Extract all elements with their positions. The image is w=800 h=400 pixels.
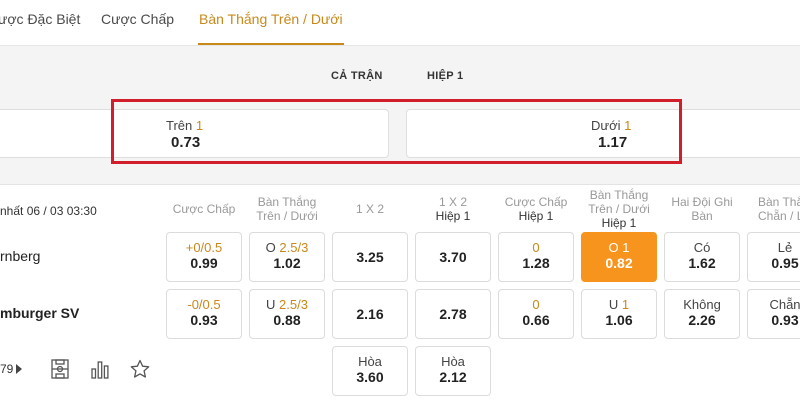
home-team[interactable]: rnberg	[0, 248, 40, 264]
odd-cell-over-half-selected[interactable]: O 1 0.82	[581, 232, 657, 282]
odd-cell-under-half[interactable]: U 1 1.06	[581, 289, 657, 339]
col-header-handicap: Cược Chấp	[172, 202, 236, 216]
tab-over-under[interactable]: Bàn Thắng Trên / Dưới	[199, 11, 343, 27]
star-icon[interactable]	[129, 358, 151, 380]
tab-handicap[interactable]: Cược Chấp	[101, 11, 174, 27]
col-header-1x2-half: 1 X 2 Hiệp 1	[435, 195, 471, 223]
odd-cell-1x2-away[interactable]: 2.16	[332, 289, 408, 339]
odd-cell-under[interactable]: U 2.5/3 0.88	[249, 289, 325, 339]
odd-cell-1x2-half-away[interactable]: 2.78	[415, 289, 491, 339]
more-markets-count[interactable]: 79	[0, 362, 13, 376]
highlight-box	[111, 99, 682, 164]
odd-cell-even[interactable]: Chẵn 0.93	[747, 289, 800, 339]
tab-special-bets[interactable]: ược Đặc Biệt	[0, 11, 80, 27]
tab-first-half[interactable]: HIỆP 1	[427, 70, 463, 82]
odd-cell-1x2-draw[interactable]: Hòa 3.60	[332, 346, 408, 396]
col-header-odd-even: Bàn ThắngChẵn / Lẻ	[758, 195, 800, 223]
col-header-over-under: Bàn Thắng Trên / Dưới	[256, 195, 318, 223]
tab-full-match[interactable]: CẢ TRẬN	[331, 70, 383, 82]
col-header-1x2: 1 X 2	[355, 202, 385, 216]
odd-cell-1x2-half-home[interactable]: 3.70	[415, 232, 491, 282]
odd-cell-handicap-half-away[interactable]: 0 0.66	[498, 289, 574, 339]
field-icon[interactable]	[49, 358, 71, 380]
play-triangle-icon[interactable]	[14, 361, 24, 377]
odd-cell-handicap-half-home[interactable]: 0 1.28	[498, 232, 574, 282]
stats-bars-icon[interactable]	[89, 358, 111, 380]
active-tab-indicator	[198, 43, 344, 45]
away-team[interactable]: mburger SV	[0, 305, 79, 321]
odd-cell-both-score-yes[interactable]: Có 1.62	[664, 232, 740, 282]
match-time: nhất 06 / 03 03:30	[0, 204, 97, 218]
col-header-both-score: Hai Đội Ghi Bàn	[671, 195, 733, 223]
odd-cell-handicap-home[interactable]: +0/0.5 0.99	[166, 232, 242, 282]
odd-cell-odd[interactable]: Lẻ 0.95	[747, 232, 800, 282]
col-header-handicap-half: Cược Chấp Hiệp 1	[504, 195, 568, 223]
col-header-over-under-half: Bàn Thắng Trên / Dưới Hiệp 1	[588, 188, 650, 230]
odd-cell-both-score-no[interactable]: Không 2.26	[664, 289, 740, 339]
odd-cell-handicap-away[interactable]: -0/0.5 0.93	[166, 289, 242, 339]
odd-cell-over[interactable]: O 2.5/3 1.02	[249, 232, 325, 282]
odd-cell-1x2-half-draw[interactable]: Hòa 2.12	[415, 346, 491, 396]
market-tabs: ược Đặc Biệt Cược Chấp Bàn Thắng Trên / …	[0, 0, 800, 46]
odd-cell-1x2-home[interactable]: 3.25	[332, 232, 408, 282]
